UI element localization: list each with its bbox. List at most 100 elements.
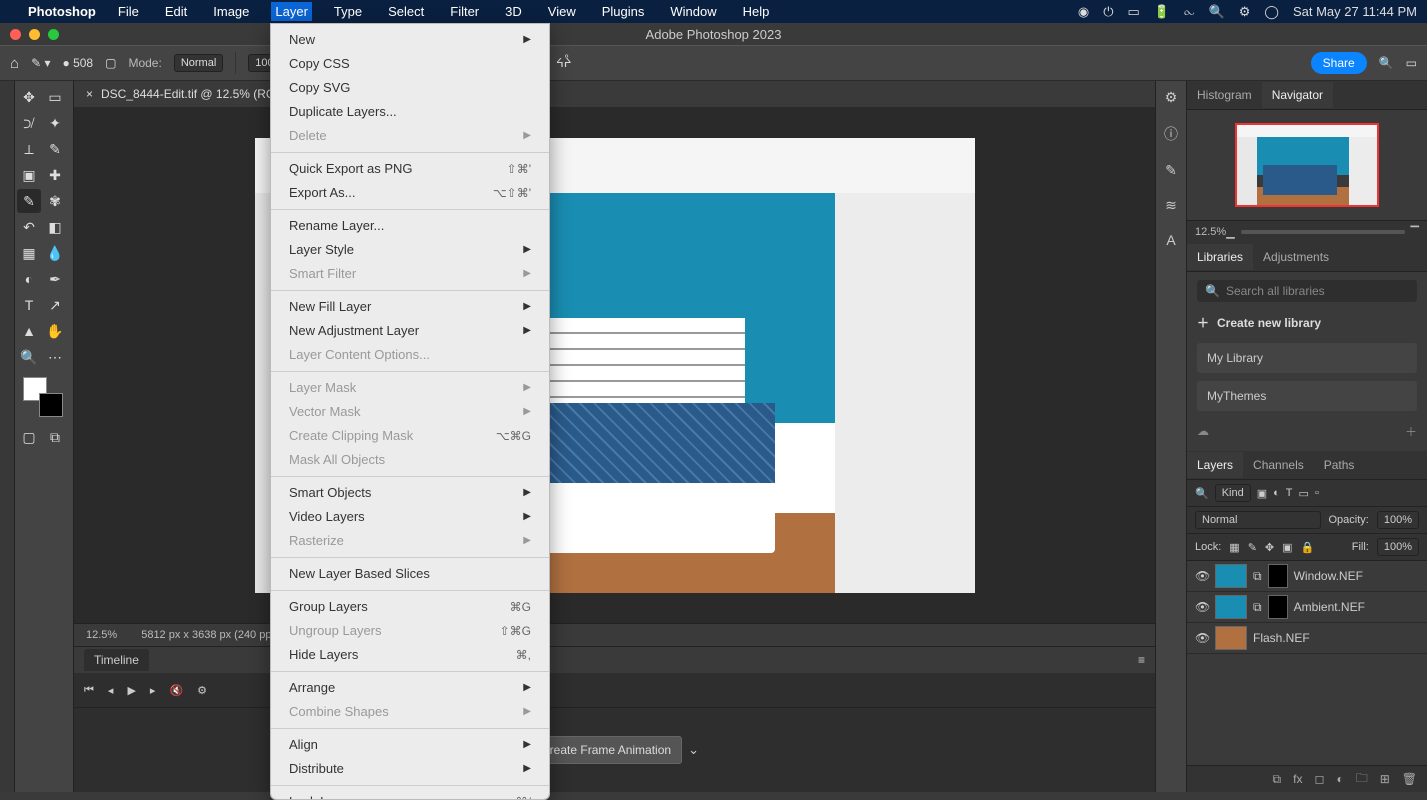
play-icon[interactable]: ▶ <box>127 684 135 697</box>
menu-view[interactable]: View <box>544 2 580 21</box>
filter-shape-icon[interactable]: ▭ <box>1299 487 1309 500</box>
layer-fx-icon[interactable]: fx <box>1293 772 1302 786</box>
zoom-slider[interactable] <box>1241 230 1405 234</box>
menu-item-hide-layers[interactable]: Hide Layers⌘, <box>271 643 549 667</box>
adjustment-layer-icon[interactable]: ◐ <box>1336 772 1343 786</box>
libraries-tab[interactable]: Libraries <box>1187 244 1253 270</box>
menu-item-new-layer-based-slices[interactable]: New Layer Based Slices <box>271 562 549 586</box>
layer-name[interactable]: Flash.NEF <box>1253 631 1310 645</box>
document-tab[interactable]: × DSC_8444-Edit.tif @ 12.5% (RGB/8) <box>74 81 1155 107</box>
share-button[interactable]: Share <box>1311 52 1367 74</box>
status-icon[interactable]: ◉ <box>1078 4 1089 20</box>
next-frame-icon[interactable]: ▸ <box>150 684 156 697</box>
layer-thumbnail[interactable] <box>1215 626 1247 650</box>
filter-icon[interactable]: 🔍 <box>1195 487 1209 500</box>
character-icon[interactable]: A <box>1166 232 1175 248</box>
link-icon[interactable]: ⧉ <box>1253 600 1262 615</box>
app-menu[interactable]: Photoshop <box>28 4 96 19</box>
marquee-tool[interactable]: ▭ <box>43 85 67 109</box>
menu-edit[interactable]: Edit <box>161 2 191 21</box>
menu-3d[interactable]: 3D <box>501 2 526 21</box>
search-icon[interactable]: 🔍 <box>1379 56 1394 70</box>
lock-position-icon[interactable]: ✥ <box>1265 541 1274 554</box>
quick-mask-icon[interactable]: ▢ <box>17 425 41 449</box>
menu-image[interactable]: Image <box>209 2 253 21</box>
layer-mask-thumbnail[interactable] <box>1268 595 1288 619</box>
type-tool[interactable]: T <box>17 293 41 317</box>
properties-icon[interactable]: ⚙ <box>1165 89 1178 106</box>
dodge-tool[interactable]: ◐ <box>17 267 41 291</box>
cloud-icon[interactable]: ☁ <box>1197 424 1209 438</box>
color-swatches[interactable] <box>23 377 63 417</box>
menu-item-copy-css[interactable]: Copy CSS <box>271 52 549 76</box>
pen-tool[interactable]: ✒ <box>43 267 67 291</box>
close-tab-icon[interactable]: × <box>86 87 93 101</box>
menu-item-group-layers[interactable]: Group Layers⌘G <box>271 595 549 619</box>
zoom-readout[interactable]: 12.5% <box>86 629 117 641</box>
adjustments-icon[interactable]: ≋ <box>1165 197 1177 214</box>
move-tool[interactable]: ✥ <box>17 85 41 109</box>
blur-tool[interactable]: 💧 <box>43 241 67 265</box>
layer-visibility-icon[interactable]: 👁 <box>1195 631 1209 645</box>
filter-smart-icon[interactable]: ▫ <box>1315 487 1319 499</box>
frame-tool[interactable]: ▣ <box>17 163 41 187</box>
layer-opacity[interactable]: 100% <box>1377 511 1419 529</box>
menu-item-new[interactable]: New▶ <box>271 28 549 52</box>
layer-mask-thumbnail[interactable] <box>1268 564 1288 588</box>
zoom-out-icon[interactable]: ▁ <box>1226 226 1234 239</box>
stamp-tool[interactable]: ✾ <box>43 189 67 213</box>
new-layer-icon[interactable]: ⊞ <box>1380 772 1390 786</box>
lasso-tool[interactable]: ⟉ <box>17 111 41 135</box>
background-color[interactable] <box>39 393 63 417</box>
blend-mode-select[interactable]: Normal <box>174 54 223 72</box>
document-dimensions[interactable]: 5812 px x 3638 px (240 ppi) <box>141 629 277 641</box>
layer-visibility-icon[interactable]: 👁 <box>1195 569 1209 583</box>
battery-icon[interactable]: 🔋 <box>1154 4 1170 20</box>
layer-blend-mode[interactable]: Normal <box>1195 511 1321 529</box>
brushes-icon[interactable]: ✎ <box>1165 162 1177 179</box>
menu-item-export-as[interactable]: Export As...⌥⇧⌘' <box>271 181 549 205</box>
layer-thumbnail[interactable] <box>1215 595 1247 619</box>
brush-panel-button[interactable]: ▢ <box>105 56 116 70</box>
link-layers-icon[interactable]: ⧉ <box>1273 772 1282 787</box>
menu-select[interactable]: Select <box>384 2 428 21</box>
brush-tool-preset[interactable]: ✎ ▾ <box>31 56 50 70</box>
status-icon[interactable]: ▭ <box>1127 4 1139 20</box>
animation-type-dropdown[interactable]: ⌄ <box>688 742 699 758</box>
spotlight-icon[interactable]: 🔍 <box>1209 4 1225 20</box>
menu-item-new-fill-layer[interactable]: New Fill Layer▶ <box>271 295 549 319</box>
menubar-clock[interactable]: Sat May 27 11:44 PM <box>1293 4 1417 19</box>
filter-type-icon[interactable]: T <box>1286 487 1293 499</box>
timeline-tab[interactable]: Timeline <box>84 649 149 671</box>
first-frame-icon[interactable]: ⏮ <box>84 684 94 697</box>
libraries-search[interactable]: 🔍 Search all libraries <box>1197 280 1417 302</box>
create-frame-animation-button[interactable]: Create Frame Animation <box>530 736 682 764</box>
link-icon[interactable]: ⧉ <box>1253 569 1262 584</box>
brush-tool[interactable]: ✎ <box>17 189 41 213</box>
menu-item-copy-svg[interactable]: Copy SVG <box>271 76 549 100</box>
mute-icon[interactable]: 🔇 <box>169 684 183 697</box>
menu-item-lock-layers[interactable]: Lock Layers...⌘/ <box>271 790 549 800</box>
quick-select-tool[interactable]: ✦ <box>43 111 67 135</box>
close-window-button[interactable] <box>10 29 21 40</box>
brush-preview[interactable]: ● 508 <box>62 56 93 70</box>
layer-row[interactable]: 👁 ⧉ Ambient.NEF <box>1187 592 1427 623</box>
menu-item-duplicate-layers[interactable]: Duplicate Layers... <box>271 100 549 124</box>
histogram-tab[interactable]: Histogram <box>1187 82 1262 108</box>
lock-artboard-icon[interactable]: ▣ <box>1282 541 1292 554</box>
navigator-thumbnail[interactable] <box>1235 123 1379 207</box>
shape-tool[interactable]: ▲ <box>17 319 41 343</box>
menu-layer[interactable]: Layer <box>271 2 312 21</box>
workspace-switch-icon[interactable]: ▭ <box>1406 56 1417 70</box>
menu-filter[interactable]: Filter <box>446 2 483 21</box>
menu-item-layer-style[interactable]: Layer Style▶ <box>271 238 549 262</box>
lock-pixels-icon[interactable]: ✎ <box>1248 541 1257 554</box>
layer-name[interactable]: Ambient.NEF <box>1294 600 1365 614</box>
info-icon[interactable]: ⓘ <box>1164 124 1178 144</box>
eyedropper-tool[interactable]: ✎ <box>43 137 67 161</box>
heal-tool[interactable]: ✚ <box>43 163 67 187</box>
zoom-in-icon[interactable]: ▔ <box>1411 226 1419 239</box>
layer-visibility-icon[interactable]: 👁 <box>1195 600 1209 614</box>
menu-item-align[interactable]: Align▶ <box>271 733 549 757</box>
navigator-zoom-value[interactable]: 12.5% <box>1195 226 1226 238</box>
